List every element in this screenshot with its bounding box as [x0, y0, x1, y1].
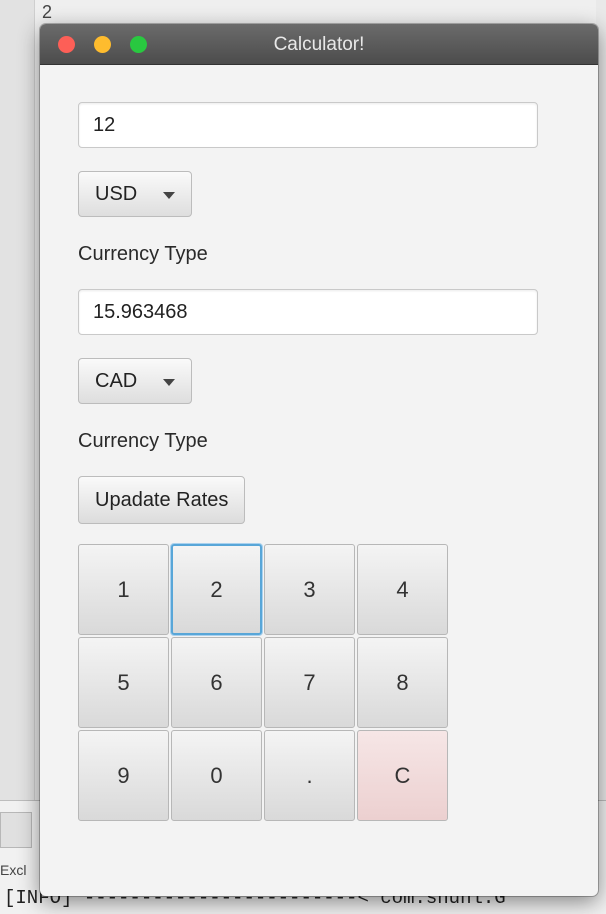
amount-input[interactable]: 12: [78, 102, 538, 148]
console-tab-icon[interactable]: [0, 812, 32, 848]
key-7[interactable]: 7: [264, 637, 355, 728]
line-number: 2: [42, 2, 53, 22]
key-9[interactable]: 9: [78, 730, 169, 821]
key-0[interactable]: 0: [171, 730, 262, 821]
key-8[interactable]: 8: [357, 637, 448, 728]
chevron-down-icon: [163, 192, 175, 199]
from-currency-value: USD: [95, 183, 138, 205]
converted-amount-field[interactable]: 15.963468: [78, 289, 538, 335]
key-clear[interactable]: C: [357, 730, 448, 821]
key-3[interactable]: 3: [264, 544, 355, 635]
window-title: Calculator!: [273, 34, 365, 55]
to-currency-value: CAD: [95, 370, 138, 392]
console-text: Excl: [0, 862, 27, 878]
key-1[interactable]: 1: [78, 544, 169, 635]
to-currency-select[interactable]: CAD: [78, 358, 192, 404]
key-5[interactable]: 5: [78, 637, 169, 728]
key-6[interactable]: 6: [171, 637, 262, 728]
to-currency-label: Currency Type: [78, 430, 208, 452]
calculator-window: Calculator! 12 USD Currency Type 15.9634…: [40, 24, 598, 896]
update-rates-button[interactable]: Upadate Rates: [78, 476, 246, 524]
keypad: 1 2 3 4 5 6 7 8 9 0 . C: [78, 544, 450, 822]
chevron-down-icon: [163, 379, 175, 386]
from-currency-label: Currency Type: [78, 243, 208, 265]
key-decimal[interactable]: .: [264, 730, 355, 821]
from-currency-select[interactable]: USD: [78, 171, 192, 217]
key-2[interactable]: 2: [171, 544, 262, 635]
editor-gutter: [0, 0, 35, 800]
title-bar[interactable]: Calculator!: [40, 24, 598, 65]
key-4[interactable]: 4: [357, 544, 448, 635]
